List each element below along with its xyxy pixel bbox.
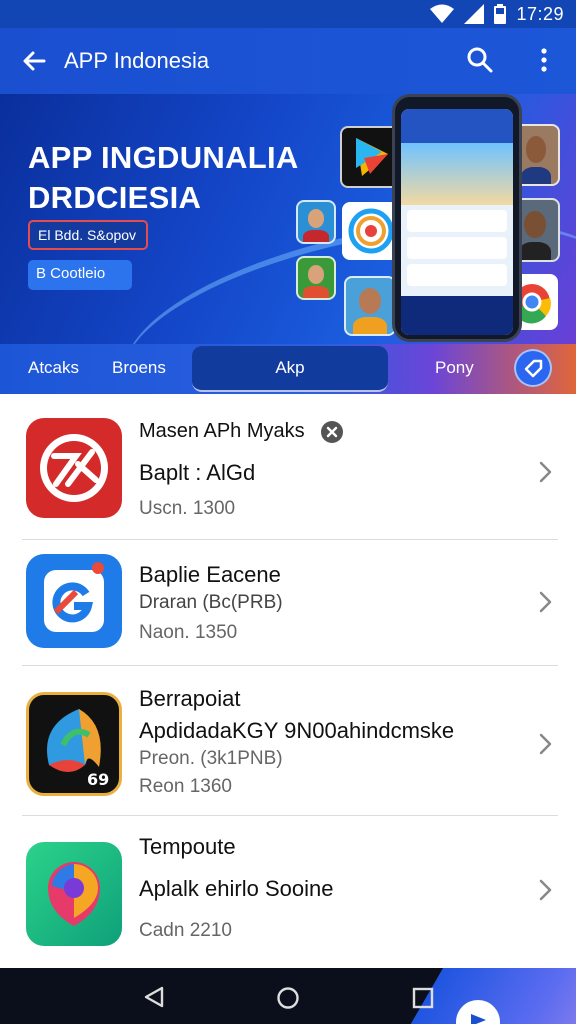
floating-action-button[interactable] xyxy=(456,1000,500,1024)
send-icon xyxy=(471,1014,486,1024)
wifi-icon xyxy=(430,4,455,23)
banner-cta-button[interactable]: B Cootleio xyxy=(28,260,132,290)
nav-back-icon[interactable] xyxy=(142,986,166,1008)
item-meta: Cadn 2210 xyxy=(139,920,232,941)
close-badge-icon[interactable] xyxy=(320,420,344,444)
banner-headline-line1: APP INGDUNALIA xyxy=(28,140,299,175)
item-meta: Reon 1360 xyxy=(139,776,232,797)
tab-akp[interactable]: Akp xyxy=(192,346,388,392)
red-app-icon xyxy=(26,418,122,518)
category-tabs: Atcaks Broens Akp Pony xyxy=(0,344,576,394)
back-arrow-icon[interactable] xyxy=(18,45,50,77)
item-subtitle: Aplalk ehirlo Sooine xyxy=(139,876,334,901)
black-app-icon: 69 xyxy=(26,692,122,796)
item-detail: Preon. (3k1PNB) xyxy=(139,748,283,769)
item-title: Tempoute xyxy=(139,834,236,859)
promo-banner[interactable]: APP INGDUNALIA DRDCIESIA El Bdd. S&opov … xyxy=(0,94,576,344)
svg-text:69: 69 xyxy=(87,770,109,789)
chevron-right-icon[interactable] xyxy=(536,590,556,614)
person-photo-1 xyxy=(296,200,336,244)
banner-headline: APP INGDUNALIA DRDCIESIA xyxy=(28,138,299,218)
item-title: Berrapoiat xyxy=(139,686,241,711)
tab-pony[interactable]: Pony xyxy=(435,358,474,378)
chevron-right-icon[interactable] xyxy=(536,878,556,902)
chevron-right-icon[interactable] xyxy=(536,460,556,484)
item-subtitle: Baplt : AlGd xyxy=(139,460,256,485)
list-item[interactable]: Masen APh Myaks Baplt : AlGd Uscn. 1300 xyxy=(0,394,576,540)
tab-atcaks[interactable]: Atcaks xyxy=(28,358,79,378)
green-app-icon xyxy=(26,842,122,946)
item-title: Baplie Eacene xyxy=(139,562,281,587)
signal-icon xyxy=(464,4,485,24)
app-bar-title: APP Indonesia xyxy=(64,48,210,73)
search-icon[interactable] xyxy=(464,44,496,76)
nav-recents-icon[interactable] xyxy=(412,987,434,1009)
item-subtitle: ApdidadaKGY 9N00ahindcmske xyxy=(139,718,455,743)
more-vert-icon[interactable] xyxy=(528,44,560,76)
tag-icon xyxy=(524,359,543,378)
person-photo-2 xyxy=(296,256,336,300)
list-item[interactable]: Tempoute Aplalk ehirlo Sooine Cadn 2210 xyxy=(0,816,576,966)
item-meta: Uscn. 1300 xyxy=(139,498,236,519)
system-nav-bar xyxy=(0,968,576,1024)
item-subtitle: Draran (Bc(PRB) xyxy=(139,592,283,613)
list-item[interactable]: Baplie Eacene Draran (Bc(PRB) Naon. 1350 xyxy=(0,540,576,666)
list-item[interactable]: 69 Berrapoiat ApdidadaKGY 9N00ahindcmske… xyxy=(0,666,576,816)
phone-mockup xyxy=(392,94,522,342)
tag-chip-button[interactable] xyxy=(514,349,552,387)
status-bar: 17:29 xyxy=(0,0,576,28)
battery-icon xyxy=(494,4,507,24)
blue-app-icon xyxy=(26,554,122,648)
chevron-right-icon[interactable] xyxy=(536,732,556,756)
status-time: 17:29 xyxy=(516,3,564,24)
item-meta: Naon. 1350 xyxy=(139,622,238,643)
app-list: Masen APh Myaks Baplt : AlGd Uscn. 1300 … xyxy=(0,394,576,968)
person-photo-3 xyxy=(344,276,396,336)
tab-broens[interactable]: Broens xyxy=(112,358,166,378)
app-bar: APP Indonesia xyxy=(0,28,576,94)
item-title: Masen APh Myaks xyxy=(139,420,305,442)
banner-headline-line2: DRDCIESIA xyxy=(28,180,202,215)
nav-home-icon[interactable] xyxy=(276,986,300,1010)
banner-tag-button[interactable]: El Bdd. S&opov xyxy=(28,220,148,250)
